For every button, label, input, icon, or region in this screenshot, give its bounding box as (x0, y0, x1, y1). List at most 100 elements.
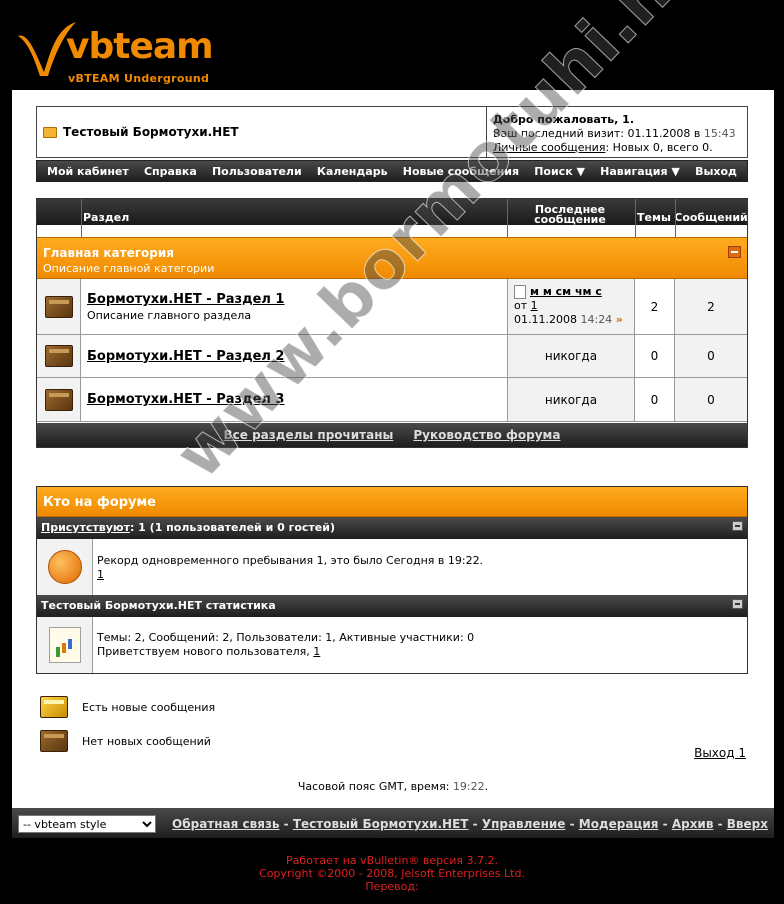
col-last-post: Последнее сообщение (534, 203, 606, 225)
footer-links: Обратная связь - Тестовый Бормотухи.НЕТ … (172, 817, 768, 831)
footer-contact-link[interactable]: Обратная связь (172, 817, 279, 831)
newest-user-link[interactable]: 1 (313, 645, 320, 658)
last-visit-label: Ваш последний визит: 01.11.2008 в (493, 127, 701, 140)
forum-name: Тестовый Бормотухи.НЕТ (63, 125, 239, 139)
nav-search-label: Поиск (534, 164, 573, 178)
forum-status-icon-cell (37, 335, 81, 377)
logo-brand: vbteam (66, 26, 214, 67)
folder-icon (43, 126, 57, 138)
powered-by-text: Работает на vBulletin® версия 3.7.2. (286, 854, 498, 867)
style-chooser-select[interactable]: -- vbteam style (18, 815, 156, 833)
header-spacer (37, 225, 747, 237)
legend-no-new-posts: Нет новых сообщений (40, 730, 211, 752)
forum-status-icon-cell (37, 378, 81, 421)
nav-faq[interactable]: Справка (144, 165, 197, 178)
welcome-panel: Добро пожаловать, 1. Ваш последний визит… (486, 107, 748, 157)
last-visit-time: 15:43 (703, 127, 736, 140)
page-content: Тестовый Бормотухи.НЕТ Добро пожаловать,… (12, 90, 774, 808)
footer-modcp-link[interactable]: Модерация (579, 817, 659, 831)
category-header: Главная категория Описание главной катег… (37, 237, 747, 279)
globe-icon (47, 550, 82, 584)
collapse-icon[interactable] (732, 521, 743, 531)
footer-archive-link[interactable]: Архив (672, 817, 714, 831)
footer-bar: -- vbteam style Обратная связь - Тестовы… (12, 808, 774, 838)
go-to-last-post-icon[interactable]: » (616, 313, 623, 326)
mark-all-read-link[interactable]: Все разделы прочитаны (224, 428, 394, 442)
no-new-posts-icon (44, 345, 73, 367)
forum-title-link[interactable]: Бормотухи.НЕТ - Раздел 2 (87, 349, 284, 364)
post-count: 2 (675, 279, 747, 334)
forum-description: Описание главного раздела (87, 309, 252, 322)
pm-counts: : Новых 0, всего 0. (605, 141, 713, 154)
whos-online-title[interactable]: Кто на форуме (37, 487, 747, 517)
last-post-from: от (514, 299, 528, 312)
stats-row: Темы: 2, Сообщений: 2, Пользователи: 1, … (37, 617, 747, 673)
footer-top-link[interactable]: Вверх (727, 817, 768, 831)
no-new-posts-icon (44, 295, 73, 318)
new-posts-icon (40, 696, 68, 718)
main-navbar: Мой кабинет Справка Пользователи Календа… (36, 160, 748, 182)
copyright-notice: Работает на vBulletin® версия 3.7.2. Cop… (0, 854, 784, 893)
col-section: Раздел (83, 211, 130, 224)
forum-table-footer: Все разделы прочитаны Руководство форума (37, 423, 747, 447)
forum-row: Бормотухи.НЕТ - Раздел 1 Описание главно… (37, 279, 747, 335)
nav-members[interactable]: Пользователи (212, 165, 302, 178)
forum-title-link[interactable]: Бормотухи.НЕТ - Раздел 3 (87, 392, 284, 407)
forum-table: Раздел Последнее сообщение Темы Сообщени… (36, 198, 748, 448)
collapse-icon[interactable] (732, 599, 743, 609)
post-count: 0 (675, 378, 747, 421)
forum-info: Бормотухи.НЕТ - Раздел 3 (81, 378, 507, 421)
nav-navigation[interactable]: Навигация ▼ (600, 165, 680, 178)
stats-icon-cell (37, 617, 93, 673)
forum-info: Бормотухи.НЕТ - Раздел 1 Описание главно… (81, 279, 507, 334)
logout-link[interactable]: Выход 1 (694, 746, 746, 760)
footer-home-link[interactable]: Тестовый Бормотухи.НЕТ (293, 817, 469, 831)
nav-calendar[interactable]: Календарь (317, 165, 388, 178)
present-users-link[interactable]: Присутствуют (41, 521, 130, 534)
present-users-count: : 1 (1 пользователей и 0 гостей) (129, 521, 335, 534)
col-divider (635, 199, 636, 237)
nav-search[interactable]: Поиск ▼ (534, 165, 585, 178)
footer-admincp-link[interactable]: Управление (482, 817, 566, 831)
welcome-text: Добро пожаловать, 1. (493, 113, 634, 126)
legend-new-posts: Есть новые сообщения (40, 696, 215, 718)
copyright-text: Copyright ©2000 - 2008, Jelsoft Enterpri… (259, 867, 525, 880)
stats-title: Тестовый Бормотухи.НЕТ статистика (41, 599, 276, 612)
last-post-cell: никогда (507, 335, 635, 377)
online-user-link[interactable]: 1 (97, 568, 483, 582)
forum-row: Бормотухи.НЕТ - Раздел 3 никогда 0 0 (37, 378, 747, 422)
forum-info: Бормотухи.НЕТ - Раздел 2 (81, 335, 507, 377)
forum-guide-link[interactable]: Руководство форума (413, 428, 560, 442)
forum-row: Бормотухи.НЕТ - Раздел 2 никогда 0 0 (37, 335, 747, 378)
forum-home-link[interactable]: Тестовый Бормотухи.НЕТ (43, 125, 239, 139)
private-messages-link[interactable]: Личные сообщения (493, 141, 605, 154)
site-logo[interactable]: vbteam vBTEAM Underground (14, 10, 214, 88)
col-posts: Сообщений (674, 211, 748, 224)
welcome-new-user-text: Приветствуем нового пользователя, (97, 645, 310, 658)
stats-text: Темы: 2, Сообщений: 2, Пользователи: 1, … (97, 631, 475, 644)
last-post-time: 14:24 (580, 313, 613, 326)
collapse-icon[interactable] (728, 246, 741, 258)
post-count: 0 (675, 335, 747, 377)
timezone-time: 19:22 (452, 780, 485, 793)
forum-title-link[interactable]: Бормотухи.НЕТ - Раздел 1 (87, 292, 284, 307)
last-post-user[interactable]: 1 (531, 299, 538, 312)
category-title[interactable]: Главная категория (43, 246, 174, 260)
timezone-info: Часовой пояс GMT, время: 19:22. (12, 780, 774, 793)
col-divider (81, 199, 82, 237)
nav-usercp[interactable]: Мой кабинет (47, 165, 129, 178)
forum-table-header: Раздел Последнее сообщение Темы Сообщени… (37, 199, 748, 225)
nav-new-posts[interactable]: Новые сообщения (403, 165, 519, 178)
col-divider (507, 199, 508, 237)
col-divider (675, 199, 676, 237)
globe-icon-cell (37, 539, 93, 595)
col-threads: Темы (637, 211, 671, 224)
nav-navigation-label: Навигация (600, 164, 668, 178)
legend-no-new-posts-label: Нет новых сообщений (82, 734, 211, 748)
forum-status-icon-cell (37, 279, 81, 334)
thread-count: 0 (635, 378, 675, 421)
nav-logout[interactable]: Выход (695, 165, 737, 178)
last-post-title[interactable]: м м см чм с (530, 285, 602, 299)
whos-online-panel: Кто на форуме Присутствуют: 1 (1 пользов… (36, 486, 748, 674)
timezone-end: . (484, 780, 489, 793)
